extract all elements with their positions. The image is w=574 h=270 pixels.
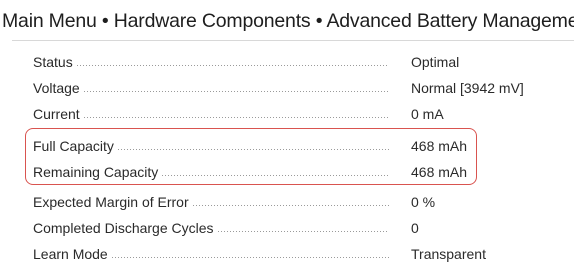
field-label: Status [33, 51, 395, 71]
breadcrumb-item-main-menu[interactable]: Main Menu [2, 10, 97, 32]
dot-leader [161, 175, 389, 176]
field-value-current: 0 mA [411, 106, 444, 122]
field-label: Learn Mode [33, 243, 395, 263]
field-label: Full Capacity [33, 135, 395, 155]
breadcrumb-item-advanced-battery-management: Advanced Battery Management [326, 10, 574, 32]
dot-leader [82, 91, 389, 92]
dot-leader [191, 205, 389, 206]
field-label: Voltage [33, 77, 395, 97]
row-expected-margin-of-error: Expected Margin of Error 0 % [0, 188, 574, 214]
field-value-remaining-capacity: 468 mAh [411, 164, 468, 180]
header-divider [12, 40, 574, 41]
row-remaining-capacity: Remaining Capacity 468 mAh [0, 158, 574, 184]
row-current: Current 0 mA [0, 100, 574, 126]
dot-leader [110, 257, 389, 258]
field-label: Completed Discharge Cycles [33, 217, 395, 237]
field-value-completed-discharge-cycles: 0 [411, 220, 419, 236]
dot-leader [82, 117, 389, 118]
dot-leader [75, 65, 389, 66]
field-label: Current [33, 103, 395, 123]
field-value-status: Optimal [411, 54, 460, 70]
breadcrumb-separator: • [101, 10, 114, 32]
field-value-full-capacity: 468 mAh [411, 138, 468, 154]
dot-leader [216, 231, 389, 232]
field-value-learn-mode[interactable]: Transparent [411, 243, 486, 263]
row-status: Status Optimal [0, 48, 574, 74]
breadcrumb: Main Menu • Hardware Components • Advanc… [0, 0, 574, 36]
breadcrumb-item-hardware-components[interactable]: Hardware Components [114, 10, 311, 32]
row-completed-discharge-cycles: Completed Discharge Cycles 0 [0, 214, 574, 240]
field-label: Remaining Capacity [33, 161, 395, 181]
field-label: Expected Margin of Error [33, 191, 395, 211]
dot-leader [116, 149, 389, 150]
row-learn-mode: Learn Mode Transparent [0, 240, 574, 266]
field-value-expected-margin-of-error: 0 % [411, 194, 436, 210]
field-value-voltage: Normal [3942 mV] [411, 80, 524, 96]
row-voltage: Voltage Normal [3942 mV] [0, 74, 574, 100]
breadcrumb-separator: • [315, 10, 327, 32]
row-full-capacity: Full Capacity 468 mAh [0, 132, 574, 158]
